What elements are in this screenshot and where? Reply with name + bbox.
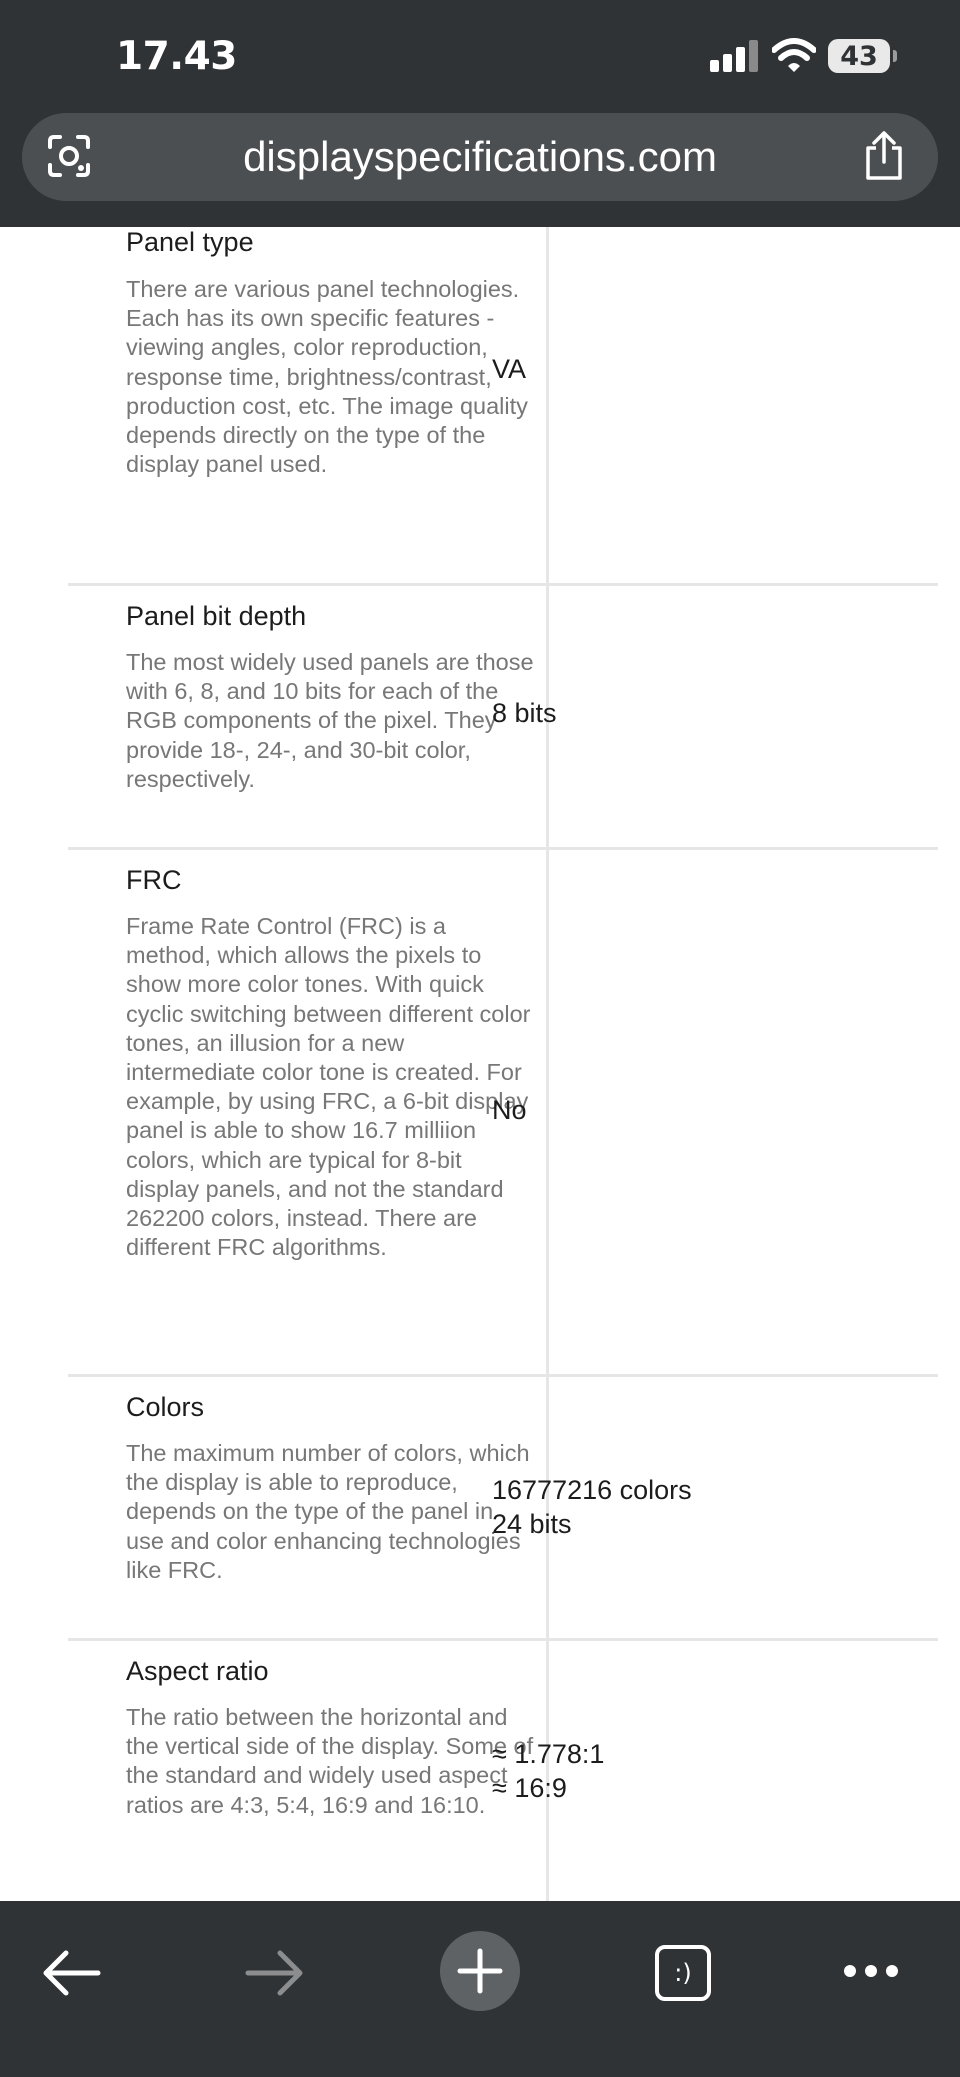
status-icons: 43 — [710, 36, 897, 76]
spec-value: 8 bits — [492, 698, 557, 728]
address-bar[interactable]: displayspecifications.com — [22, 113, 938, 201]
tabs-icon-glyph: :) — [674, 1959, 692, 1987]
browser-bottom-toolbar: :) — [0, 1901, 960, 2077]
new-tab-button[interactable] — [440, 1931, 520, 2011]
battery-indicator: 43 — [828, 39, 897, 73]
spec-label: FRC — [126, 865, 182, 895]
plus-icon — [457, 1948, 503, 1994]
spec-description: The ratio between the horizontal and the… — [126, 1704, 534, 1818]
spec-value: 16777216 colors 24 bits — [492, 1475, 692, 1539]
browser-top-bar: 17.43 43 displayspecifications.com — [0, 0, 960, 227]
spec-row-frc: FRC Frame Rate Control (FRC) is a method… — [68, 850, 938, 1377]
tabs-icon[interactable]: :) — [655, 1945, 711, 2001]
spec-label: Aspect ratio — [126, 1656, 269, 1686]
spec-label: Colors — [126, 1392, 205, 1422]
battery-level: 43 — [840, 40, 878, 72]
share-icon[interactable] — [862, 130, 906, 182]
status-time: 17.43 — [116, 34, 237, 79]
spec-value: ≈ 1.778:1 ≈ 16:9 — [492, 1739, 605, 1803]
spec-row-aspect-ratio: Aspect ratio The ratio between the horiz… — [68, 1641, 938, 1901]
spec-row-panel-type: Panel type There are various panel techn… — [68, 227, 938, 586]
forward-icon[interactable] — [244, 1949, 306, 1997]
url-text[interactable]: displayspecifications.com — [22, 133, 938, 181]
signal-icon — [710, 38, 760, 74]
wifi-icon — [772, 38, 816, 72]
spec-label: Panel type — [126, 227, 254, 257]
spec-value: VA — [492, 354, 527, 384]
more-icon[interactable] — [842, 1961, 900, 1981]
spec-table: Panel type There are various panel techn… — [0, 227, 960, 1901]
spec-row-panel-bit-depth: Panel bit depth The most widely used pan… — [68, 586, 938, 850]
spec-row-colors: Colors The maximum number of colors, whi… — [68, 1377, 938, 1641]
spec-value: No — [492, 1095, 527, 1125]
spec-description: There are various panel technologies. Ea… — [126, 276, 528, 478]
spec-description: The maximum number of colors, which the … — [126, 1440, 530, 1583]
back-icon[interactable] — [40, 1949, 102, 1997]
spec-label: Panel bit depth — [126, 601, 307, 631]
column-divider — [546, 227, 549, 586]
spec-description: The most widely used panels are those wi… — [126, 649, 534, 792]
spec-description: Frame Rate Control (FRC) is a method, wh… — [126, 913, 531, 1261]
